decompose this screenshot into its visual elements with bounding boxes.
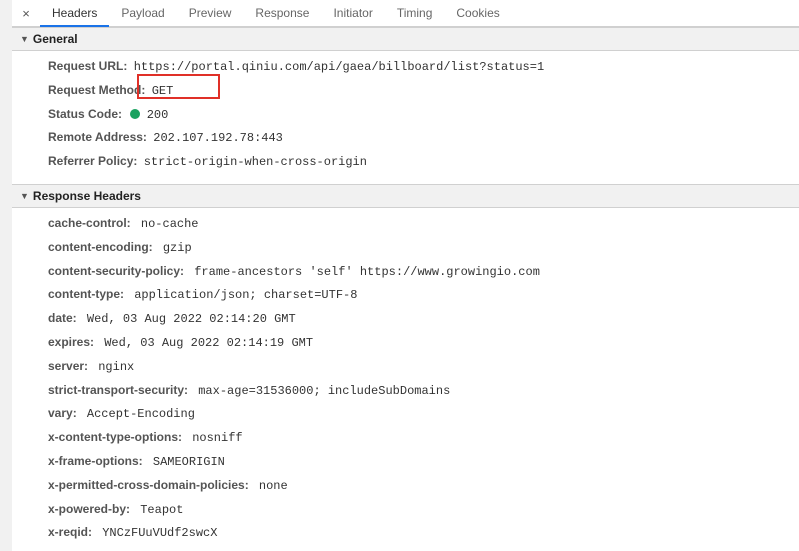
tabs-bar: × Headers Payload Preview Response Initi… [12, 0, 799, 27]
response-header-key: server: [48, 359, 88, 373]
response-header-row: x-reqid: YNCzFUuVUdf2swcX [12, 521, 799, 545]
response-header-key: cache-control: [48, 216, 131, 230]
tab-timing[interactable]: Timing [385, 0, 445, 26]
response-header-row: x-permitted-cross-domain-policies: none [12, 474, 799, 498]
response-header-row: strict-transport-security: max-age=31536… [12, 379, 799, 403]
val-referrer-policy: strict-origin-when-cross-origin [144, 155, 367, 169]
val-request-method: GET [152, 84, 174, 98]
scroll-area[interactable]: ▼ General Request URL: https://portal.qi… [12, 27, 799, 551]
row-status-code: Status Code: 200 [12, 103, 799, 127]
section-general-header[interactable]: ▼ General [12, 27, 799, 51]
response-header-value: max-age=31536000; includeSubDomains [191, 384, 450, 398]
chevron-down-icon: ▼ [20, 191, 29, 201]
response-header-key: content-security-policy: [48, 264, 184, 278]
response-header-key: content-encoding: [48, 240, 153, 254]
response-header-row: content-type: application/json; charset=… [12, 283, 799, 307]
response-header-key: x-permitted-cross-domain-policies: [48, 478, 249, 492]
key-referrer-policy: Referrer Policy: [48, 154, 137, 168]
response-header-value: frame-ancestors 'self' https://www.growi… [187, 265, 540, 279]
row-request-url: Request URL: https://portal.qiniu.com/ap… [12, 55, 799, 79]
response-header-key: content-type: [48, 287, 124, 301]
section-response-headers-title: Response Headers [33, 189, 141, 203]
status-dot-icon [130, 109, 140, 119]
response-header-key: date: [48, 311, 77, 325]
response-header-value: no-cache [134, 217, 199, 231]
response-header-value: gzip [156, 241, 192, 255]
response-header-value: YNCzFUuVUdf2swcX [95, 526, 217, 540]
chevron-down-icon: ▼ [20, 34, 29, 44]
response-header-key: expires: [48, 335, 94, 349]
response-header-row: x-response-time: 46.632ms [12, 545, 799, 551]
tab-headers[interactable]: Headers [40, 1, 109, 27]
devtools-panel: × Headers Payload Preview Response Initi… [12, 0, 799, 551]
response-header-row: server: nginx [12, 355, 799, 379]
section-general-body: Request URL: https://portal.qiniu.com/ap… [12, 51, 799, 184]
response-header-row: expires: Wed, 03 Aug 2022 02:14:19 GMT [12, 331, 799, 355]
response-header-row: cache-control: no-cache [12, 212, 799, 236]
response-header-row: date: Wed, 03 Aug 2022 02:14:20 GMT [12, 307, 799, 331]
response-header-value: Teapot [133, 503, 183, 517]
response-header-value: none [252, 479, 288, 493]
row-remote-address: Remote Address: 202.107.192.78:443 [12, 126, 799, 150]
response-header-value: nginx [91, 360, 134, 374]
response-header-row: content-encoding: gzip [12, 236, 799, 260]
response-header-value: application/json; charset=UTF-8 [127, 288, 357, 302]
close-icon[interactable]: × [18, 5, 34, 21]
response-header-key: strict-transport-security: [48, 383, 188, 397]
response-header-row: vary: Accept-Encoding [12, 402, 799, 426]
response-header-key: x-reqid: [48, 525, 92, 539]
response-header-value: Wed, 03 Aug 2022 02:14:19 GMT [97, 336, 313, 350]
response-header-value: Wed, 03 Aug 2022 02:14:20 GMT [80, 312, 296, 326]
response-header-row: x-frame-options: SAMEORIGIN [12, 450, 799, 474]
section-response-headers-header[interactable]: ▼ Response Headers [12, 184, 799, 208]
tab-payload[interactable]: Payload [109, 0, 176, 26]
response-header-value: Accept-Encoding [80, 407, 195, 421]
val-request-url: https://portal.qiniu.com/api/gaea/billbo… [134, 60, 544, 74]
tab-response[interactable]: Response [243, 0, 321, 26]
section-general-title: General [33, 32, 78, 46]
key-request-url: Request URL: [48, 59, 127, 73]
tab-preview[interactable]: Preview [177, 0, 244, 26]
response-header-row: x-powered-by: Teapot [12, 498, 799, 522]
response-header-value: SAMEORIGIN [146, 455, 225, 469]
tab-initiator[interactable]: Initiator [321, 0, 384, 26]
response-header-key: x-powered-by: [48, 502, 130, 516]
val-status-code: 200 [147, 108, 169, 122]
response-header-row: content-security-policy: frame-ancestors… [12, 260, 799, 284]
row-referrer-policy: Referrer Policy: strict-origin-when-cros… [12, 150, 799, 174]
response-header-value: nosniff [185, 431, 243, 445]
response-header-key: x-content-type-options: [48, 430, 182, 444]
tab-cookies[interactable]: Cookies [444, 0, 511, 26]
response-header-key: vary: [48, 406, 77, 420]
val-remote-address: 202.107.192.78:443 [153, 131, 283, 145]
key-remote-address: Remote Address: [48, 130, 147, 144]
key-status-code: Status Code: [48, 107, 122, 121]
row-request-method: Request Method: GET [12, 79, 799, 103]
response-header-key: x-frame-options: [48, 454, 143, 468]
left-gutter [0, 0, 12, 551]
key-request-method: Request Method: [48, 83, 145, 97]
response-header-row: x-content-type-options: nosniff [12, 426, 799, 450]
section-response-headers-body: cache-control: no-cachecontent-encoding:… [12, 208, 799, 551]
